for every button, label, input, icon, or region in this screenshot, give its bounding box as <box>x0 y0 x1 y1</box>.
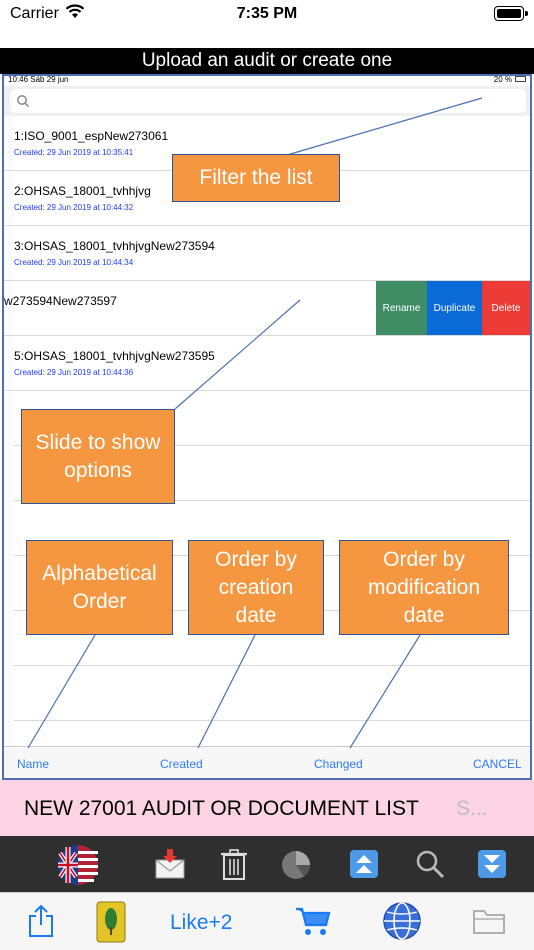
callout-creation: Order by creation date <box>188 540 324 635</box>
inner-battery-label: 20 % <box>493 75 512 84</box>
sort-name-button[interactable]: Name <box>17 757 49 771</box>
move-top-icon[interactable] <box>346 846 382 882</box>
flag-uk-us-icon[interactable] <box>54 843 102 887</box>
callout-alphabetical: Alphabetical Order <box>26 540 173 635</box>
divider <box>14 720 530 721</box>
tab-bar: Like+2 <box>0 892 534 950</box>
list-item[interactable]: 5:OHSAS_18001_tvhhjvgNew273595 Created: … <box>4 336 530 391</box>
item-date: Created: 29 Jun 2019 at 10:44:36 <box>14 368 134 377</box>
inner-battery-icon <box>515 76 526 82</box>
list-item-swiped[interactable]: w273594New273597 Rename Duplicate Delete <box>4 281 530 336</box>
inner-status-bar: 10:46 Sáb 29 jun 20 % <box>4 74 530 86</box>
item-date: Created: 29 Jun 2019 at 10:44:32 <box>14 203 134 212</box>
search-icon[interactable] <box>412 846 448 882</box>
callout-alphabetical-text: Alphabetical Order <box>42 561 157 613</box>
sort-bar: Name Created Changed CANCEL <box>4 746 530 778</box>
callout-creation-text: Order by creation date <box>215 547 297 627</box>
status-bar: Carrier 7:35 PM <box>0 0 534 48</box>
like-button[interactable]: Like+2 <box>170 911 232 935</box>
item-title: 1:ISO_9001_espNew273061 <box>14 129 169 143</box>
callout-modification: Order by modification date <box>339 540 509 635</box>
callout-modification-text: Order by modification date <box>367 547 481 627</box>
duplicate-button[interactable]: Duplicate <box>427 281 482 335</box>
globe-icon[interactable] <box>382 901 422 941</box>
item-title: 3:OHSAS_18001_tvhhjvgNew273594 <box>14 239 215 253</box>
inner-time-date: 10:46 Sáb 29 jun <box>8 75 69 84</box>
callout-filter: Filter the list <box>172 154 340 202</box>
folder-icon[interactable] <box>472 907 506 935</box>
new-audit-button[interactable]: NEW 27001 AUDIT OR DOCUMENT LIST <box>24 797 419 821</box>
new-audit-bar[interactable]: NEW 27001 AUDIT OR DOCUMENT LIST S... <box>0 780 534 836</box>
more-label[interactable]: S... <box>456 797 488 821</box>
callout-filter-text: Filter the list <box>199 166 313 189</box>
share-icon[interactable] <box>26 903 56 939</box>
callout-slide-text: Slide to show options <box>35 430 161 482</box>
list-item[interactable]: 3:OHSAS_18001_tvhhjvgNew273594 Created: … <box>4 226 530 281</box>
mail-download-icon[interactable] <box>152 846 188 882</box>
rename-button[interactable]: Rename <box>376 281 427 335</box>
callout-slide: Slide to show options <box>21 409 175 504</box>
sort-changed-button[interactable]: Changed <box>314 757 363 771</box>
divider <box>14 665 530 666</box>
cart-icon[interactable] <box>294 905 332 937</box>
search-bar <box>4 86 530 116</box>
search-input[interactable] <box>10 89 526 113</box>
toolbar <box>0 836 534 892</box>
cancel-button[interactable]: CANCEL <box>473 757 522 771</box>
search-icon <box>17 95 30 108</box>
app-logo-icon[interactable] <box>96 901 126 943</box>
item-date: Created: 29 Jun 2019 at 10:44:34 <box>14 258 134 267</box>
trash-icon[interactable] <box>216 846 252 882</box>
item-title: w273594New273597 <box>4 294 117 308</box>
page-title: Upload an audit or create one <box>0 48 534 74</box>
item-date: Created: 29 Jun 2019 at 10:35:41 <box>14 148 134 157</box>
delete-button[interactable]: Delete <box>482 281 530 335</box>
pie-chart-icon[interactable] <box>278 846 314 882</box>
sort-created-button[interactable]: Created <box>160 757 203 771</box>
battery-icon <box>494 6 528 21</box>
item-title: 2:OHSAS_18001_tvhhjvg <box>14 184 151 198</box>
clock: 7:35 PM <box>236 5 298 22</box>
screen: Carrier 7:35 PM Upload an audit or creat… <box>0 0 534 950</box>
move-bottom-icon[interactable] <box>474 846 510 882</box>
item-title: 5:OHSAS_18001_tvhhjvgNew273595 <box>14 349 215 363</box>
